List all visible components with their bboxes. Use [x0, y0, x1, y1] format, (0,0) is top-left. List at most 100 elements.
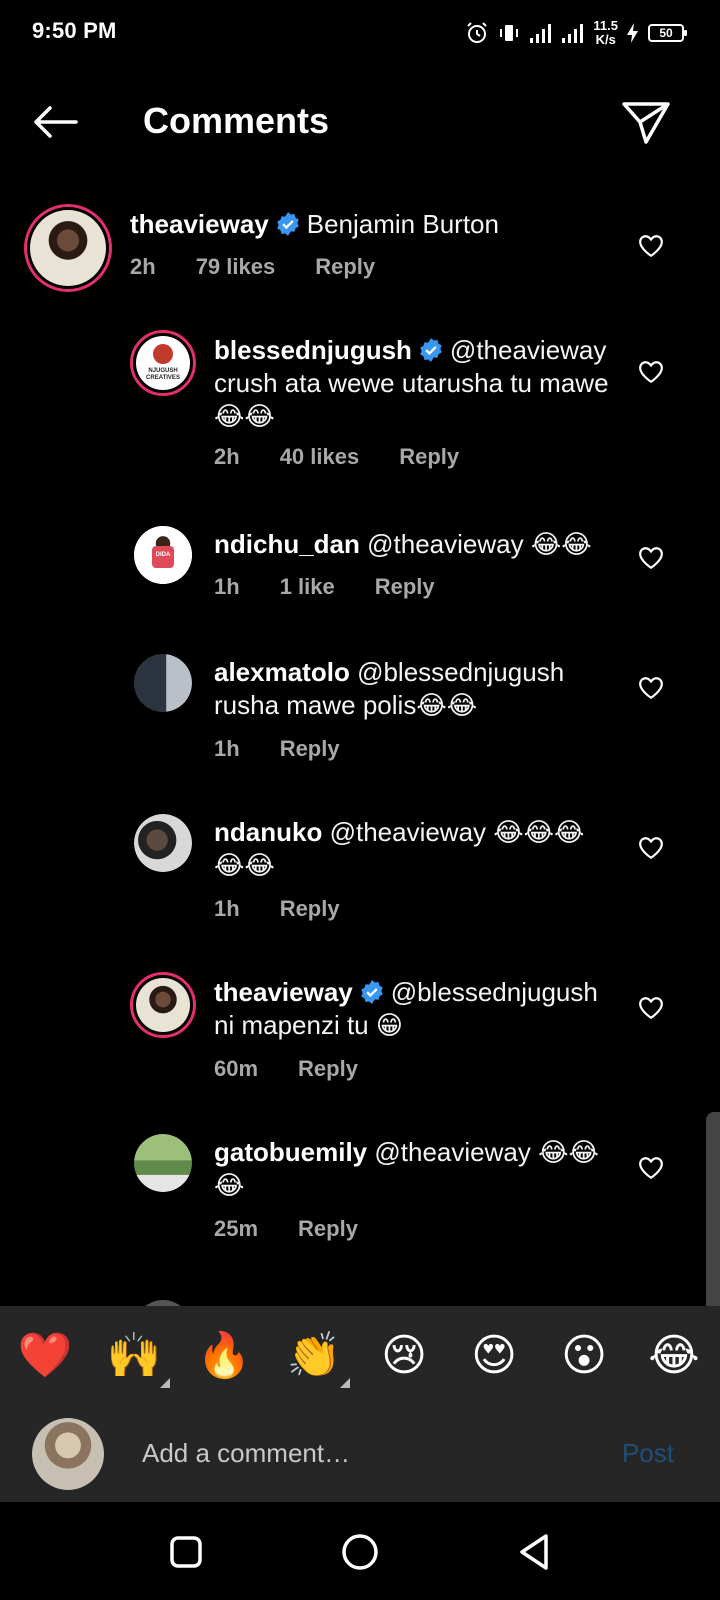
reply-button[interactable]: Reply: [280, 736, 340, 762]
avatar[interactable]: [24, 204, 112, 292]
comment-item: theavieway Benjamin Burton 2h 79 likes Re…: [0, 196, 720, 306]
comment-time: 1h: [214, 736, 240, 761]
verified-badge-icon: [420, 338, 442, 362]
post-button[interactable]: Post: [622, 1438, 674, 1469]
comment-item: ndanuko @theavieway 😂😂😂😂😂 1h Reply: [0, 810, 720, 930]
comment-text: Benjamin Burton: [306, 209, 499, 239]
verified-badge-icon: [361, 980, 383, 1004]
comment-item: theavieway @blessednjugush ni mapenzi tu …: [0, 970, 720, 1090]
heart-icon[interactable]: [638, 234, 664, 258]
comment-time: 2h: [130, 254, 156, 279]
emoji-clapping-button[interactable]: 👏: [286, 1328, 350, 1388]
avatar[interactable]: NJUGUSH CREATIVES: [130, 330, 196, 396]
comment-username[interactable]: ndanuko: [214, 817, 322, 847]
comment-username[interactable]: blessednjugush: [214, 335, 412, 365]
skin-tone-indicator: [340, 1378, 350, 1388]
reply-button[interactable]: Reply: [280, 896, 340, 922]
heart-icon[interactable]: [638, 996, 664, 1020]
comment-text: @theavieway 😂😂: [367, 529, 592, 559]
charging-icon: [627, 23, 638, 43]
comment-username[interactable]: alexmatolo: [214, 657, 350, 687]
status-time: 9:50 PM: [32, 18, 117, 43]
comment-body: gatobuemily @theavieway 😂😂😂: [214, 1136, 614, 1202]
heart-icon[interactable]: [638, 676, 664, 700]
avatar[interactable]: DIDA: [134, 526, 192, 584]
emoji-tears-of-joy-button[interactable]: 😂: [646, 1328, 702, 1384]
emoji-crying-button[interactable]: 😢: [376, 1328, 432, 1384]
share-button[interactable]: [620, 96, 672, 148]
emoji-fire-button[interactable]: 🔥: [196, 1328, 252, 1384]
comment-item: alexmatolo @blessednjugush rusha mawe po…: [0, 650, 720, 770]
signal-icon: [530, 24, 552, 43]
comment-composer: Post: [0, 1402, 720, 1502]
paper-plane-icon: [622, 102, 670, 144]
reply-button[interactable]: Reply: [298, 1216, 358, 1242]
comment-time: 1h: [214, 896, 240, 921]
comment-meta: 1h Reply: [214, 736, 380, 762]
home-icon[interactable]: [338, 1530, 382, 1574]
status-icons: 11.5 K/s 50: [465, 18, 687, 48]
comment-item: NJUGUSH CREATIVES blessednjugush @theavie…: [0, 326, 720, 476]
comment-body: alexmatolo @blessednjugush rusha mawe po…: [214, 656, 624, 722]
shirt-text: DIDA: [155, 552, 171, 558]
comment-username[interactable]: theavieway: [130, 209, 269, 239]
back-triangle-icon[interactable]: [512, 1530, 556, 1574]
comment-time: 2h: [214, 444, 240, 469]
comment-meta: 60m Reply: [214, 1056, 398, 1082]
page-title: Comments: [143, 100, 330, 141]
skin-tone-indicator: [160, 1378, 170, 1388]
recent-apps-icon[interactable]: [164, 1530, 208, 1574]
comments-list: theavieway Benjamin Burton 2h 79 likes Re…: [0, 196, 720, 1306]
likes-count[interactable]: 79 likes: [196, 254, 276, 280]
njugush-logo-text: NJUGUSH CREATIVES: [146, 368, 180, 381]
comment-meta: 2h 79 likes Reply: [130, 254, 415, 280]
avatar[interactable]: [134, 654, 192, 712]
likes-count[interactable]: 1 like: [280, 574, 335, 600]
scrollbar[interactable]: [706, 1112, 720, 1312]
emoji-raising-hands-button[interactable]: 🙌: [106, 1328, 170, 1388]
arrow-left-icon: [34, 106, 78, 138]
my-avatar: [32, 1418, 104, 1490]
comment-time: 25m: [214, 1216, 259, 1241]
comment-item: gatobuemily @theavieway 😂😂😂 25m Reply: [0, 1130, 720, 1250]
battery-indicator: 50: [648, 24, 687, 42]
comment-username[interactable]: ndichu_dan: [214, 529, 360, 559]
heart-icon[interactable]: [638, 360, 664, 384]
comment-body: theavieway @blessednjugush ni mapenzi tu …: [214, 976, 624, 1042]
heart-icon[interactable]: [638, 546, 664, 570]
vibrate-icon: [500, 25, 519, 41]
reply-button[interactable]: Reply: [375, 574, 435, 600]
alarm-icon: [467, 22, 488, 43]
heart-icon[interactable]: [638, 1156, 664, 1180]
comment-body: ndanuko @theavieway 😂😂😂😂😂: [214, 816, 614, 882]
comment-body: ndichu_dan @theavieway 😂😂: [214, 528, 624, 561]
heart-icon[interactable]: [638, 836, 664, 860]
comment-meta: 2h 40 likes Reply: [214, 444, 499, 470]
comment-time: 1h: [214, 574, 240, 599]
avatar[interactable]: [134, 814, 192, 872]
status-bar: 9:50 PM 11.5 K/s 50: [0, 0, 720, 64]
comments-header: Comments: [0, 80, 720, 166]
emoji-surprised-button[interactable]: 😮: [556, 1328, 612, 1384]
comment-meta: 25m Reply: [214, 1216, 398, 1242]
comment-meta: 1h 1 like Reply: [214, 574, 475, 600]
avatar[interactable]: [130, 972, 196, 1038]
emoji-heart-eyes-button[interactable]: 😍: [466, 1328, 522, 1384]
likes-count[interactable]: 40 likes: [280, 444, 360, 470]
comment-body: blessednjugush @theavieway crush ata wewe…: [214, 334, 624, 433]
reply-button[interactable]: Reply: [298, 1056, 358, 1082]
comment-time: 60m: [214, 1056, 259, 1081]
reply-button[interactable]: Reply: [399, 444, 459, 470]
comment-username[interactable]: theavieway: [214, 977, 353, 1007]
comment-meta: 1h Reply: [214, 896, 380, 922]
emoji-heart-button[interactable]: ❤️: [17, 1328, 73, 1384]
avatar[interactable]: [134, 1134, 192, 1192]
verified-badge-icon: [277, 212, 299, 236]
reply-button[interactable]: Reply: [315, 254, 375, 280]
signal-2-icon: [562, 24, 584, 43]
comment-username[interactable]: gatobuemily: [214, 1137, 367, 1167]
system-navigation-bar: [0, 1502, 720, 1600]
comment-input[interactable]: [142, 1428, 592, 1478]
back-button[interactable]: [28, 100, 84, 144]
comment-body: theavieway Benjamin Burton: [130, 208, 630, 241]
